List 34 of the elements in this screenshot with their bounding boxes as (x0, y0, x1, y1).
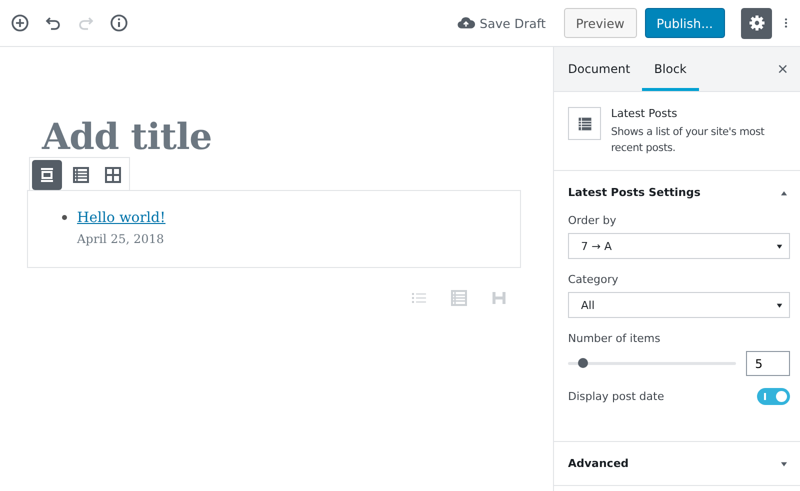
table-icon (449, 288, 469, 308)
add-block-icon (10, 13, 30, 33)
sidebar-tab[interactable]: Block (642, 50, 699, 91)
bullet-icon (62, 215, 67, 220)
panel-header[interactable]: Advanced (554, 442, 800, 485)
select-field[interactable]: 7 → A (568, 233, 790, 259)
table-icon (71, 165, 91, 185)
field-label: Display post date (568, 390, 664, 403)
table-icon (576, 114, 594, 132)
field-label: Category (568, 273, 620, 286)
dropdown-arrow-icon (775, 242, 784, 250)
publish-button[interactable]: Publish... (644, 8, 725, 38)
settings-icon (746, 13, 766, 33)
post-date: April 25, 2018 (77, 232, 166, 246)
slider-thumb[interactable] (578, 358, 588, 368)
block-description: Shows a list of your site's most recent posts. (611, 125, 766, 156)
preview-button[interactable]: Preview (564, 8, 637, 38)
toggle-switch[interactable] (757, 388, 790, 405)
close-button[interactable]: × (765, 47, 800, 91)
block-name: Latest Posts (611, 107, 678, 120)
field-label: Number of items (568, 332, 662, 345)
sidebar-tab[interactable]: Document (556, 50, 642, 91)
select-field[interactable]: All (568, 292, 790, 318)
settings-button[interactable] (741, 8, 772, 38)
field-label: Order by (568, 214, 618, 227)
panel-header[interactable]: Latest Posts Settings (554, 171, 800, 214)
info-icon (109, 13, 129, 33)
dropdown-arrow-icon (775, 300, 784, 310)
title-placeholder[interactable]: Add title (42, 117, 521, 157)
post-link[interactable]: Hello world! (77, 210, 166, 226)
block-toolbar-button[interactable] (32, 160, 62, 190)
grid-icon (103, 165, 123, 185)
number-input[interactable]: 5 (746, 351, 790, 376)
save-draft-button[interactable]: Save Draft (456, 14, 556, 32)
